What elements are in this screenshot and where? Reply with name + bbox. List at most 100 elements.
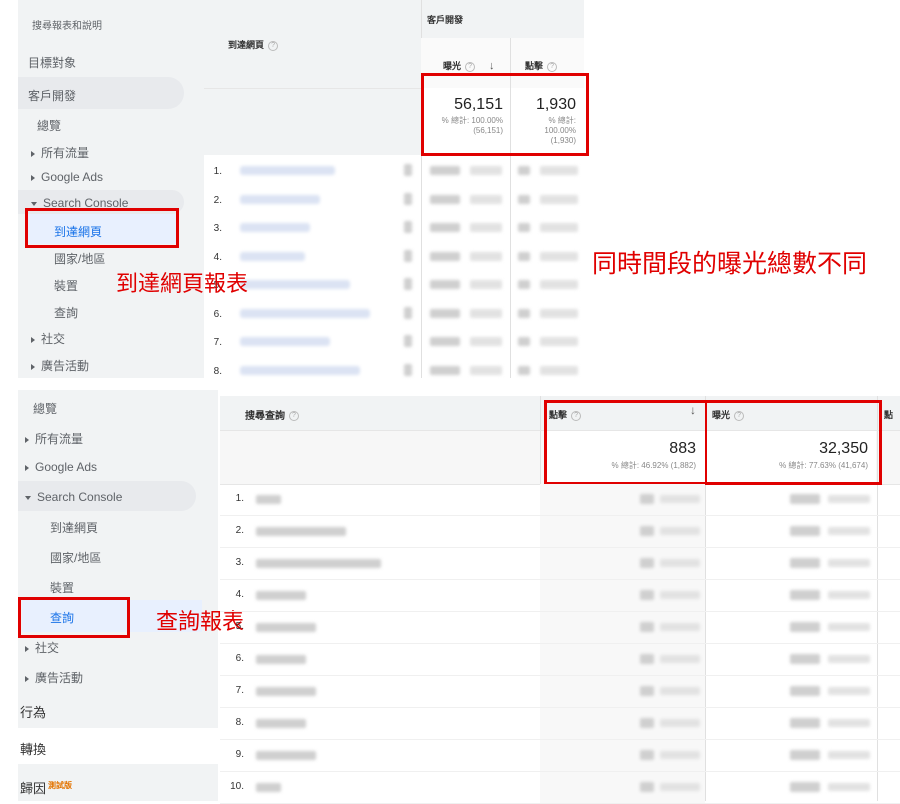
blurred-query[interactable] <box>256 751 316 760</box>
row-icon <box>404 221 412 233</box>
bottom-totals-highlight <box>544 400 882 485</box>
row-icon <box>404 192 412 205</box>
blurred-value <box>790 686 820 696</box>
bottom-sidebar-attribution[interactable]: 歸因 測試版 <box>20 778 72 797</box>
help-icon[interactable]: ? <box>268 40 279 51</box>
blurred-value <box>430 308 460 318</box>
blurred-query[interactable] <box>256 591 306 600</box>
blurred-value <box>640 782 654 792</box>
expand-right-icon <box>25 675 29 682</box>
blurred-value <box>430 337 460 346</box>
blurred-value <box>518 308 530 318</box>
blurred-value <box>790 654 820 664</box>
blurred-link[interactable] <box>240 251 305 261</box>
blurred-query[interactable] <box>256 559 381 568</box>
bottom-sidebar-conversions[interactable]: 轉換 <box>20 739 46 758</box>
blurred-query[interactable] <box>256 623 316 632</box>
blurred-value <box>540 194 578 204</box>
bottom-sidebar-countries[interactable]: 國家/地區 <box>50 549 101 566</box>
blurred-value <box>660 687 700 695</box>
top-sidebar-overview[interactable]: 總覽 <box>37 117 61 134</box>
beta-badge: 測試版 <box>48 780 73 790</box>
top-clicks-header[interactable]: 點擊? <box>525 59 558 72</box>
bottom-sidebar-landing-pages[interactable]: 到達網頁 <box>50 519 98 536</box>
blurred-value <box>518 166 530 175</box>
expand-right-icon <box>31 363 35 370</box>
row-icon <box>404 363 412 376</box>
expand-right-icon <box>25 645 29 652</box>
blurred-link[interactable] <box>240 308 370 318</box>
row-number: 3. <box>235 557 244 568</box>
annotation-impressions-differ: 同時間段的曝光總數不同 <box>592 250 868 278</box>
blurred-query[interactable] <box>256 527 346 536</box>
blurred-value <box>660 527 700 535</box>
bottom-sidebar-all-traffic[interactable]: 所有流量 <box>25 430 83 447</box>
row-number: 9. <box>235 749 244 760</box>
top-sidebar-audience[interactable]: 目標對象 <box>28 54 76 71</box>
top-sidebar-search-reports[interactable]: 搜尋報表和說明 <box>32 17 102 32</box>
top-sidebar-social[interactable]: 社交 <box>31 330 65 347</box>
blurred-value <box>518 194 530 204</box>
top-impressions-header[interactable]: 曝光? ↓ <box>443 59 495 72</box>
blurred-link[interactable] <box>240 337 330 346</box>
blurred-value <box>470 194 502 204</box>
row-icon <box>404 278 412 290</box>
queries-highlight <box>18 597 130 638</box>
blurred-value <box>828 623 870 631</box>
blurred-value <box>470 365 502 375</box>
bottom-dimension-header[interactable]: 搜尋查詢? <box>245 407 299 422</box>
help-icon[interactable]: ? <box>289 411 299 422</box>
bottom-sidebar-social[interactable]: 社交 <box>25 639 59 656</box>
bottom-sidebar-search-console[interactable]: Search Console <box>25 490 122 504</box>
blurred-value <box>790 590 820 600</box>
top-sidebar-all-traffic[interactable]: 所有流量 <box>31 144 89 161</box>
row-number: 1. <box>235 493 244 504</box>
top-sidebar-queries[interactable]: 查詢 <box>54 304 78 321</box>
blurred-value <box>828 783 870 791</box>
top-sidebar-campaigns[interactable]: 廣告活動 <box>31 357 89 374</box>
expand-right-icon <box>25 436 29 443</box>
bottom-sidebar-overview[interactable]: 總覽 <box>33 400 57 417</box>
blurred-value <box>790 622 820 632</box>
blurred-value <box>540 223 578 232</box>
row-number: 1. <box>213 166 222 177</box>
blurred-link[interactable] <box>240 223 310 232</box>
help-icon[interactable]: ? <box>465 61 476 72</box>
row-number: 4. <box>235 589 244 600</box>
row-number: 10. <box>230 781 244 792</box>
help-icon[interactable]: ? <box>547 61 558 72</box>
blurred-value <box>660 655 700 663</box>
blurred-link[interactable] <box>240 194 320 204</box>
blurred-value <box>540 337 578 346</box>
blurred-query[interactable] <box>256 687 316 696</box>
blurred-link[interactable] <box>240 166 335 175</box>
blurred-query[interactable] <box>256 783 281 792</box>
blurred-value <box>828 655 870 663</box>
top-dimension-header[interactable]: 到達網頁? <box>228 38 279 51</box>
blurred-value <box>790 782 820 792</box>
bottom-sidebar-campaigns[interactable]: 廣告活動 <box>25 669 83 686</box>
blurred-value <box>540 251 578 261</box>
blurred-value <box>470 251 502 261</box>
bottom-sidebar-devices[interactable]: 裝置 <box>50 579 74 596</box>
blurred-value <box>518 365 530 375</box>
top-sidebar-countries[interactable]: 國家/地區 <box>54 250 105 267</box>
top-sidebar-acquisition[interactable]: 客戶開發 <box>28 87 76 104</box>
bottom-sidebar-google-ads[interactable]: Google Ads <box>25 460 97 474</box>
bottom-sidebar-behavior[interactable]: 行為 <box>20 702 46 721</box>
top-sidebar-devices[interactable]: 裝置 <box>54 277 78 294</box>
sort-down-icon[interactable]: ↓ <box>489 60 495 72</box>
blurred-value <box>640 686 654 696</box>
blurred-value <box>470 337 502 346</box>
blurred-query[interactable] <box>256 655 306 664</box>
blurred-value <box>790 718 820 728</box>
blurred-query[interactable] <box>256 495 281 504</box>
top-sidebar-google-ads[interactable]: Google Ads <box>31 170 103 184</box>
blurred-link[interactable] <box>240 280 350 289</box>
bottom-third-header[interactable]: 點 <box>884 408 893 421</box>
top-group-header: 客戶開發 <box>427 15 464 25</box>
row-icon <box>404 249 412 262</box>
blurred-query[interactable] <box>256 719 306 728</box>
blurred-value <box>518 223 530 232</box>
blurred-link[interactable] <box>240 365 360 375</box>
